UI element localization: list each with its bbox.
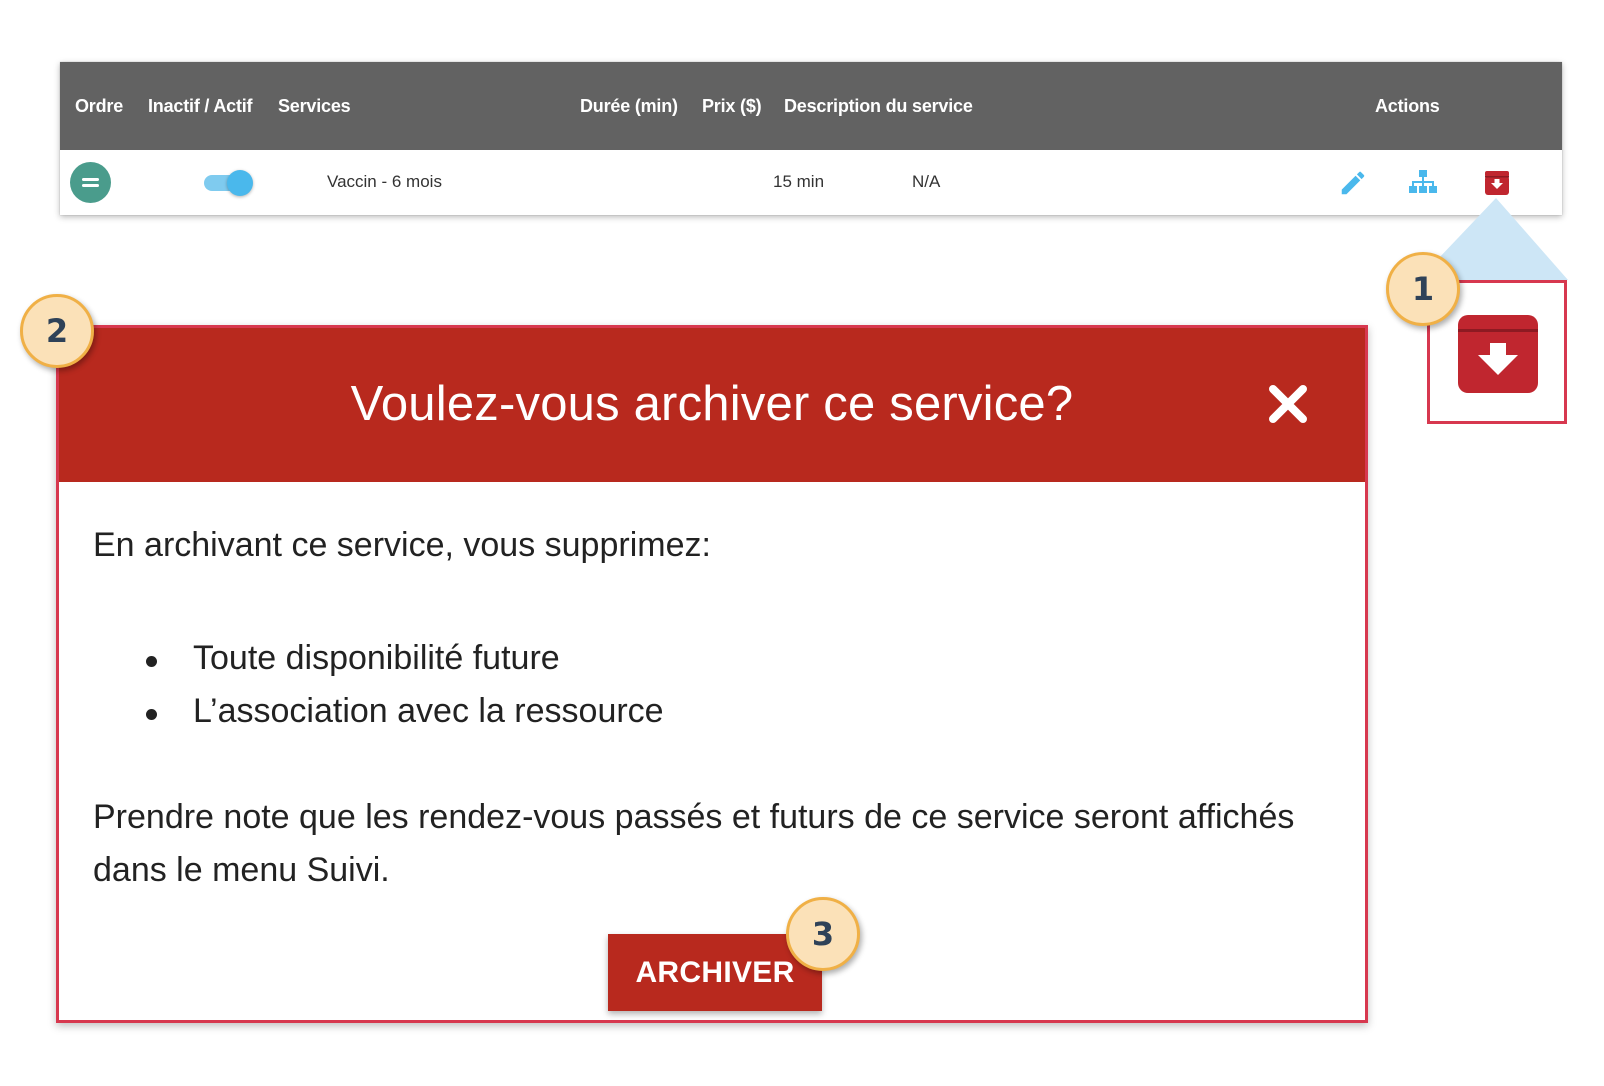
table-row: Vaccin - 6 mois 15 min N/A [60,150,1562,215]
column-header-services[interactable]: Services [278,96,351,117]
column-header-actions: Actions [1375,96,1440,116]
close-icon[interactable] [1267,383,1309,425]
column-header-order[interactable]: Ordre [75,96,123,117]
service-duration: 15 min [773,172,825,191]
sitemap-icon[interactable] [1408,168,1438,198]
dialog-title: Voulez-vous archiver ce service? [350,377,1074,431]
column-header-duration[interactable]: Durée (min) [580,96,678,117]
list-item: Toute disponibilité future [93,632,664,685]
step-badge-1: 1 [1386,252,1460,326]
column-header-price[interactable]: Prix ($) [702,96,762,117]
archive-icon[interactable] [1482,168,1512,198]
active-toggle[interactable] [204,170,254,196]
column-header-description[interactable]: Description du service [784,96,973,117]
service-name: Vaccin - 6 mois [327,172,442,191]
archive-icon [1458,315,1538,393]
consequence-list: Toute disponibilité future L’association… [93,632,664,738]
service-description: N/A [912,172,941,191]
services-table: Ordre Inactif / Actif Services Durée (mi… [60,62,1562,215]
archive-service-dialog: Voulez-vous archiver ce service? En arch… [56,325,1368,1023]
table-header: Ordre Inactif / Actif Services Durée (mi… [60,62,1562,150]
step-badge-2: 2 [20,294,94,368]
toggle-knob [227,170,253,196]
step-badge-3: 3 [786,897,860,971]
drag-handle-icon[interactable] [70,162,111,203]
pencil-icon[interactable] [1338,168,1368,198]
dialog-intro-text: En archivant ce service, vous supprimez: [93,526,711,564]
dialog-note: Prendre note que les rendez-vous passés … [93,798,1295,889]
column-header-status[interactable]: Inactif / Actif [148,96,253,117]
list-item: L’association avec la ressource [93,685,664,738]
dialog-header: Voulez-vous archiver ce service? [59,328,1365,482]
